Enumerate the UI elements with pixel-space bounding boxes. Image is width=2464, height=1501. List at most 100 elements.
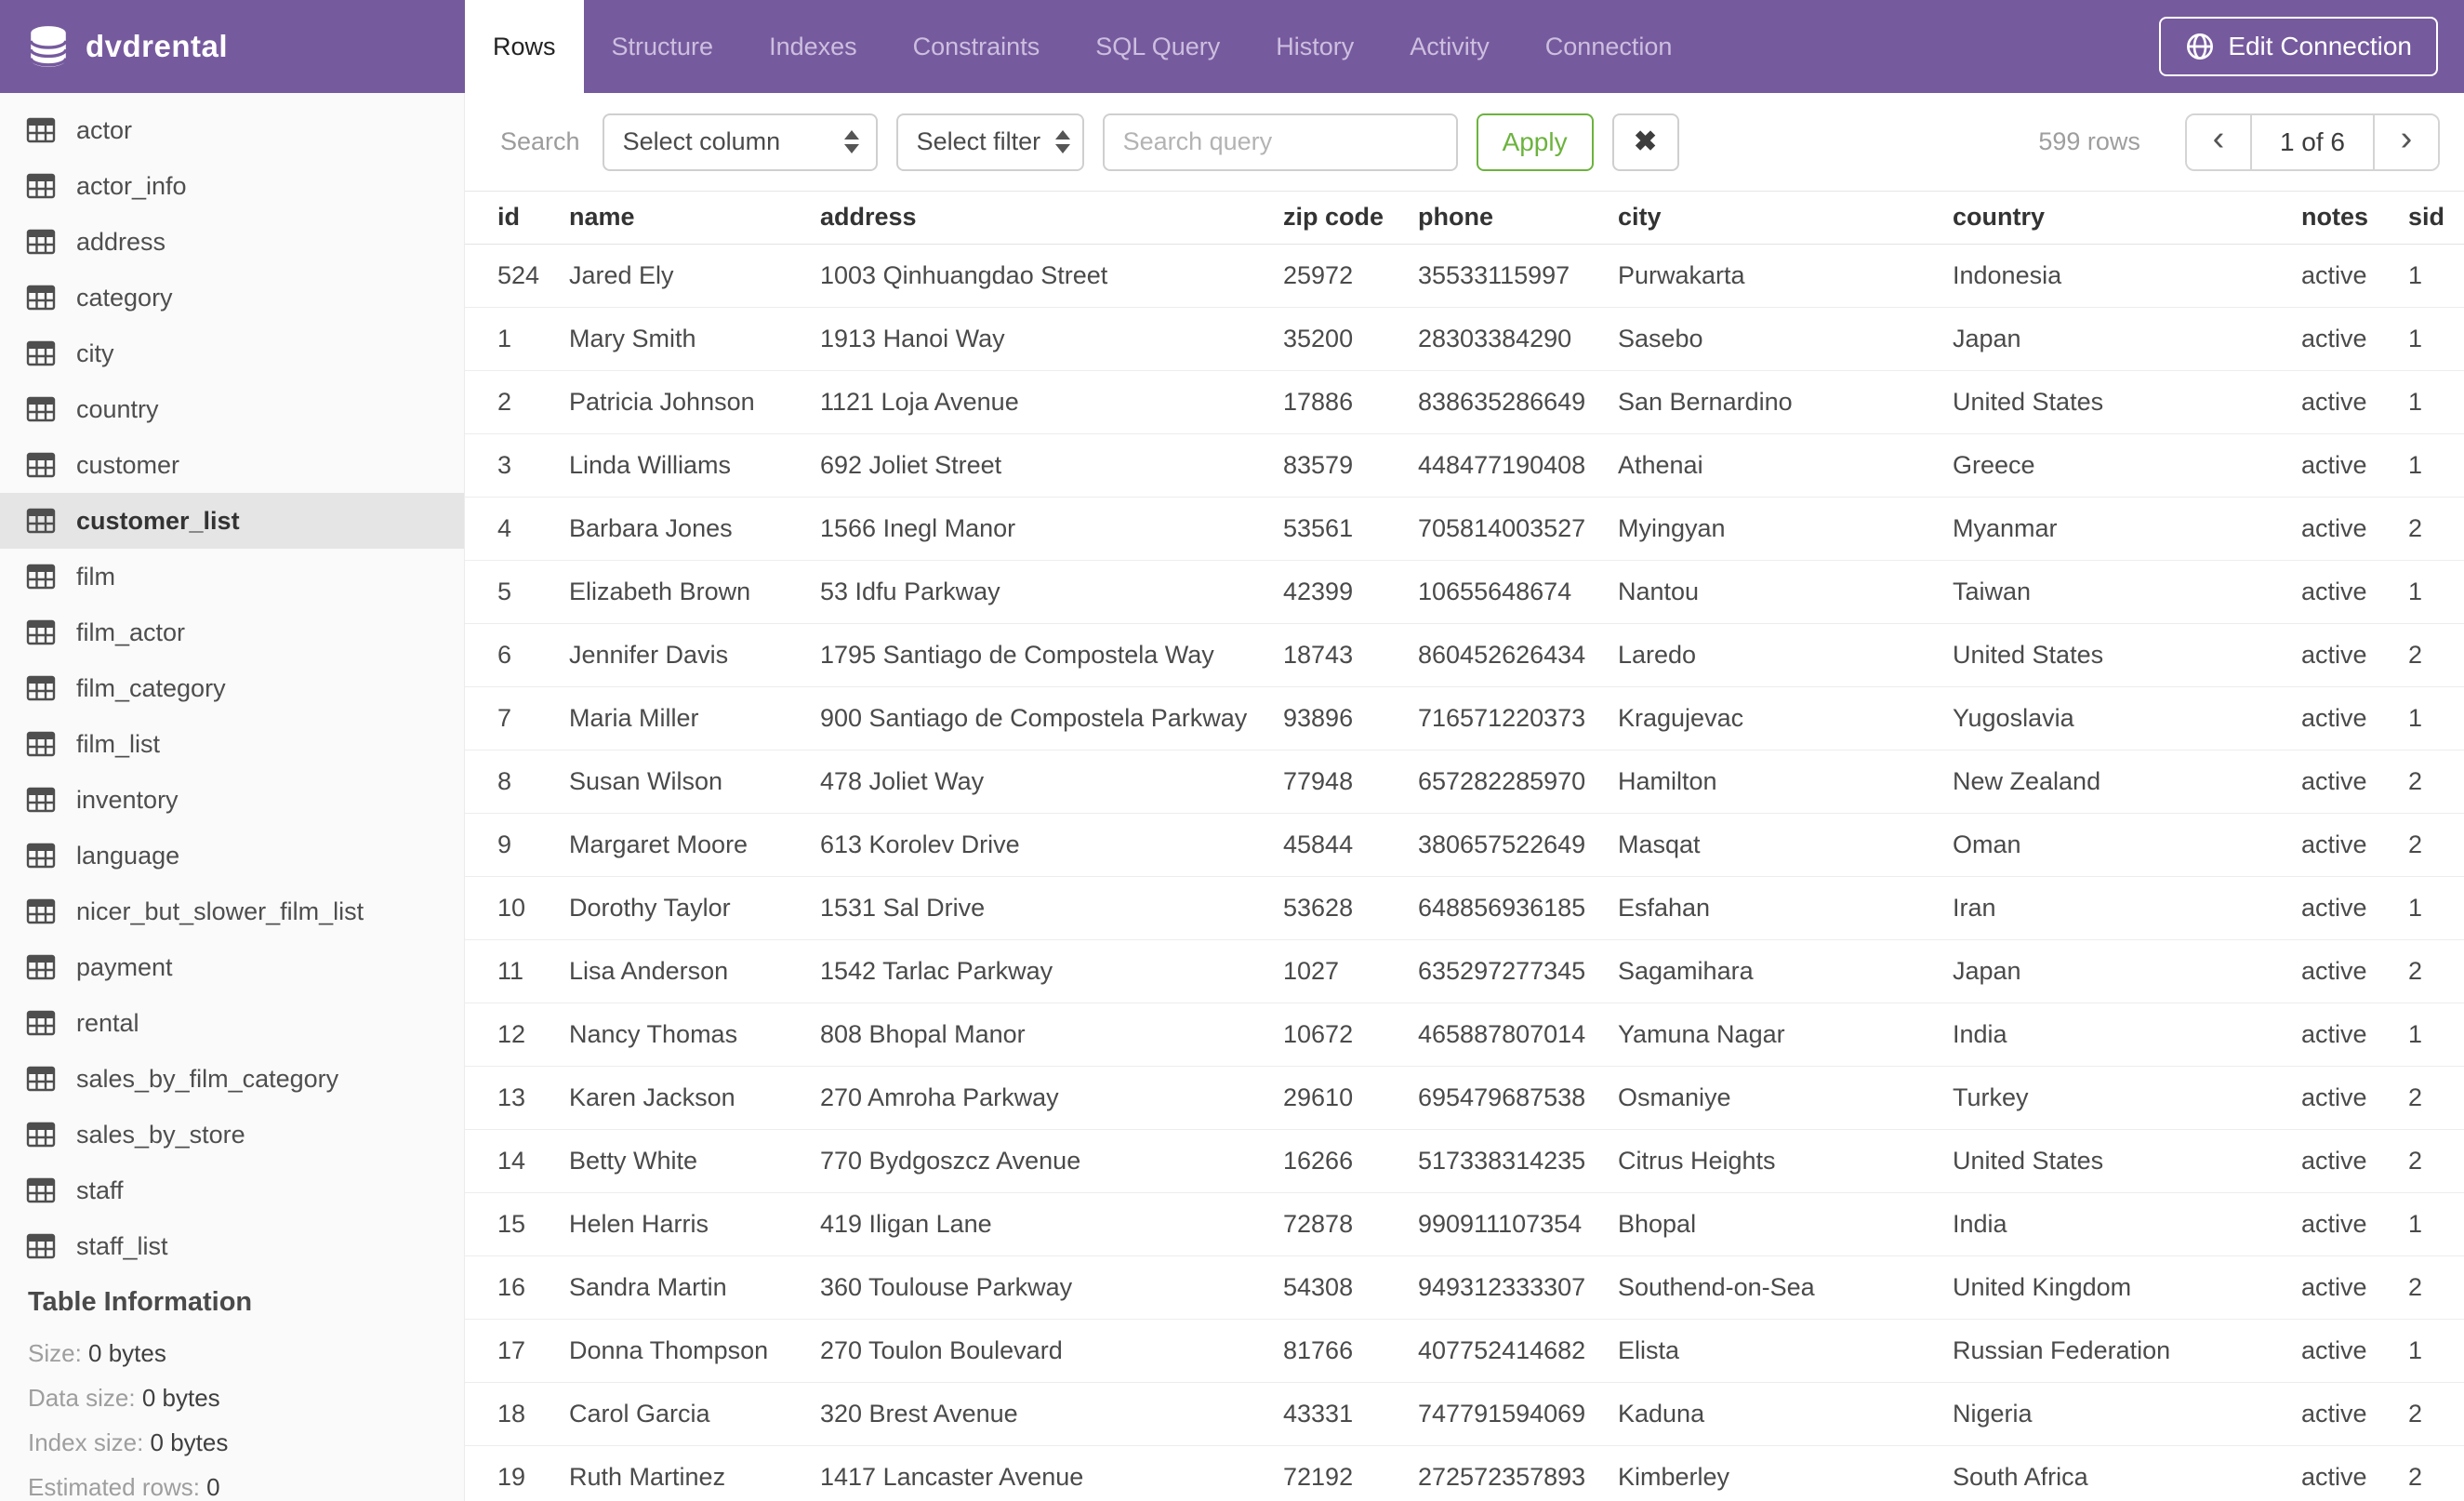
cell-city: Sasebo [1618,307,1953,371]
tab-connection[interactable]: Connection [1517,0,1701,93]
table-row[interactable]: 15 Helen Harris 419 Iligan Lane 72878 990911… [465,1192,2464,1256]
sidebar-item-staff[interactable]: staff [0,1162,464,1218]
sidebar-item-film[interactable]: film [0,549,464,604]
prev-page-button[interactable]: ‹ [2186,114,2250,169]
table-row[interactable]: 6 Jennifer Davis 1795 Santiago de Composte… [465,623,2464,687]
sidebar-item-label: country [76,394,159,423]
table-row[interactable]: 19 Ruth Martinez 1417 Lancaster Avenue 7219… [465,1445,2464,1501]
table-row[interactable]: 8 Susan Wilson 478 Joliet Way 77948 65728228… [465,750,2464,814]
table-row[interactable]: 11 Lisa Anderson 1542 Tarlac Parkway 1027 63… [465,939,2464,1003]
cell-country: India [1953,1192,2301,1256]
cell-id: 18 [465,1382,569,1446]
filter-select[interactable]: Select filter [895,113,1084,171]
table-row[interactable]: 3 Linda Williams 692 Joliet Street 83579 448… [465,433,2464,498]
cell-country: United States [1953,370,2301,434]
tab-activity[interactable]: Activity [1382,0,1517,93]
sidebar-item-staff_list[interactable]: staff_list [0,1218,464,1274]
table-info-label: Estimated rows: [28,1473,207,1501]
cell-id: 12 [465,1003,569,1067]
cell-sid: 2 [2408,1382,2464,1446]
table-info-value: 0 bytes [150,1428,229,1456]
column-header-country[interactable]: country [1953,192,2301,245]
table-row[interactable]: 2 Patricia Johnson 1121 Loja Avenue 17886 83… [465,370,2464,434]
next-page-button[interactable]: › [2375,114,2438,169]
table-row[interactable]: 13 Karen Jackson 270 Amroha Parkway 29610 69… [465,1066,2464,1130]
column-select[interactable]: Select column [602,113,878,171]
app-header: dvdrental Rows Structure Indexes Constraint… [0,0,2464,93]
cell-country: United States [1953,623,2301,687]
cell-name: Linda Williams [569,433,820,498]
table-row[interactable]: 524 Jared Ely 1003 Qinhuangdao Street 25972… [465,244,2464,308]
table-row[interactable]: 5 Elizabeth Brown 53 Idfu Parkway 42399 1065… [465,560,2464,624]
column-header-id[interactable]: id [465,192,569,245]
table-icon [26,396,56,422]
sidebar-item-label: film_actor [76,618,186,646]
column-header-phone[interactable]: phone [1418,192,1618,245]
cell-zip-code: 25972 [1283,244,1418,308]
cell-country: Iran [1953,876,2301,940]
sidebar-item-film_list[interactable]: film_list [0,716,464,772]
table-icon [26,1122,56,1148]
edit-connection-button[interactable]: Edit Connection [2159,17,2438,76]
sidebar-item-actor_info[interactable]: actor_info [0,158,464,214]
sidebar-item-language[interactable]: language [0,828,464,883]
sidebar-item-customer_list[interactable]: customer_list [0,493,464,549]
cell-zip-code: 1027 [1283,939,1418,1003]
main-content: Search Select column Select filter Apply… [465,93,2464,1501]
table-row[interactable]: 18 Carol Garcia 320 Brest Avenue 43331 74779… [465,1382,2464,1446]
apply-button[interactable]: Apply [1476,113,1594,171]
cell-notes: active [2301,1129,2408,1193]
sidebar-item-country[interactable]: country [0,381,464,437]
table-info-label: Size: [28,1339,89,1367]
sidebar-item-city[interactable]: city [0,325,464,381]
sidebar-item-customer[interactable]: customer [0,437,464,493]
table-icon [26,117,56,143]
sidebar-item-film_category[interactable]: film_category [0,660,464,716]
sidebar-item-film_actor[interactable]: film_actor [0,604,464,660]
sidebar: actor actor_info address category city c… [0,93,465,1501]
tab-indexes[interactable]: Indexes [741,0,885,93]
tab-sql-query[interactable]: SQL Query [1067,0,1248,93]
column-header-notes[interactable]: notes [2301,192,2408,245]
table-icon [26,675,56,701]
column-header-city[interactable]: city [1618,192,1953,245]
column-header-address[interactable]: address [820,192,1283,245]
sidebar-item-sales_by_store[interactable]: sales_by_store [0,1107,464,1162]
table-row[interactable]: 1 Mary Smith 1913 Hanoi Way 35200 2830338429… [465,307,2464,371]
column-header-name[interactable]: name [569,192,820,245]
table-row[interactable]: 9 Margaret Moore 613 Korolev Drive 45844 380… [465,813,2464,877]
tab-constraints[interactable]: Constraints [885,0,1068,93]
cell-zip-code: 43331 [1283,1382,1418,1446]
table-row[interactable]: 14 Betty White 770 Bydgoszcz Avenue 16266 51… [465,1129,2464,1193]
sidebar-item-category[interactable]: category [0,270,464,325]
table-information-rows: Size: 0 bytes Data size: 0 bytes Index siz… [28,1331,464,1501]
tab-rows[interactable]: Rows [465,0,584,93]
sidebar-item-address[interactable]: address [0,214,464,270]
table-row[interactable]: 7 Maria Miller 900 Santiago de Compostela … [465,686,2464,750]
cell-name: Sandra Martin [569,1255,820,1320]
search-label: Search [500,127,580,155]
sidebar-item-inventory[interactable]: inventory [0,772,464,828]
table-row[interactable]: 12 Nancy Thomas 808 Bhopal Manor 10672 46588… [465,1003,2464,1067]
table-row[interactable]: 17 Donna Thompson 270 Toulon Boulevard 8176… [465,1319,2464,1383]
column-header-zip-code[interactable]: zip code [1283,192,1418,245]
table-row[interactable]: 10 Dorothy Taylor 1531 Sal Drive 53628 64885… [465,876,2464,940]
sidebar-item-nicer_but_slower_film_list[interactable]: nicer_but_slower_film_list [0,883,464,939]
column-header-sid[interactable]: sid [2408,192,2464,245]
cell-country: Indonesia [1953,244,2301,308]
tab-history[interactable]: History [1248,0,1382,93]
sidebar-item-actor[interactable]: actor [0,102,464,158]
search-query-input[interactable] [1102,113,1458,171]
table-row[interactable]: 16 Sandra Martin 360 Toulouse Parkway 54308… [465,1255,2464,1320]
cell-zip-code: 72878 [1283,1192,1418,1256]
tab-structure[interactable]: Structure [584,0,742,93]
table-row[interactable]: 4 Barbara Jones 1566 Inegl Manor 53561 70581… [465,497,2464,561]
sidebar-item-rental[interactable]: rental [0,995,464,1051]
cell-id: 6 [465,623,569,687]
cell-address: 808 Bhopal Manor [820,1003,1283,1067]
clear-search-button[interactable]: ✖ [1611,113,1679,171]
cell-sid: 1 [2408,686,2464,750]
sidebar-item-payment[interactable]: payment [0,939,464,995]
sidebar-item-sales_by_film_category[interactable]: sales_by_film_category [0,1051,464,1107]
